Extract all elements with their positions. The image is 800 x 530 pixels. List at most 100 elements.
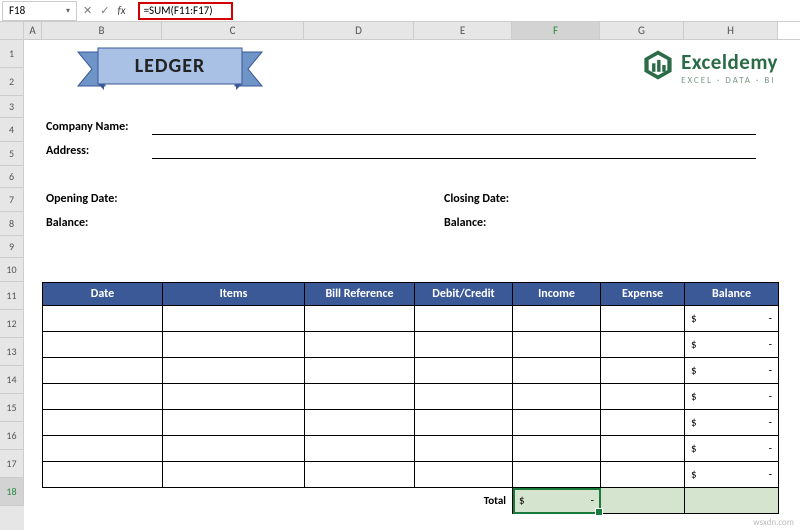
th-expense[interactable]: Expense	[601, 283, 685, 306]
col-header-G[interactable]: G	[600, 22, 684, 39]
table-cell[interactable]	[43, 306, 163, 332]
row-header-5[interactable]: 5	[0, 142, 24, 166]
table-cell[interactable]	[163, 410, 305, 436]
table-cell[interactable]	[43, 384, 163, 410]
table-cell[interactable]	[601, 306, 685, 332]
table-cell[interactable]	[601, 436, 685, 462]
cancel-icon[interactable]: ✕	[83, 4, 92, 17]
row-header-4[interactable]: 4	[0, 118, 24, 142]
th-items[interactable]: Items	[163, 283, 305, 306]
total-balance-cell[interactable]	[685, 488, 779, 514]
row-header-16[interactable]: 16	[0, 422, 24, 450]
table-cell[interactable]	[415, 332, 513, 358]
row-header-10[interactable]: 10	[0, 258, 24, 282]
col-header-B[interactable]: B	[42, 22, 162, 39]
table-cell[interactable]	[513, 436, 601, 462]
row-header-1[interactable]: 1	[0, 40, 24, 68]
formula-input[interactable]: =SUM(F11:F17)	[138, 2, 233, 20]
table-cell[interactable]	[163, 332, 305, 358]
row-header-13[interactable]: 13	[0, 338, 24, 366]
name-box[interactable]: F18 ▾	[2, 1, 77, 21]
row-header-9[interactable]: 9	[0, 236, 24, 258]
fx-icon[interactable]: fx	[117, 4, 125, 17]
col-header-F[interactable]: F	[512, 22, 600, 39]
table-cell[interactable]	[305, 358, 415, 384]
col-header-C[interactable]: C	[162, 22, 304, 39]
table-cell[interactable]	[513, 332, 601, 358]
table-cell[interactable]	[43, 410, 163, 436]
table-row: $-	[43, 436, 779, 462]
table-cell[interactable]: $-	[685, 332, 779, 358]
table-cell[interactable]	[415, 384, 513, 410]
table-cell[interactable]: $-	[685, 384, 779, 410]
company-name-input[interactable]	[152, 134, 756, 135]
row-header-18[interactable]: 18	[0, 478, 24, 506]
row-header-17[interactable]: 17	[0, 450, 24, 478]
table-cell[interactable]	[163, 306, 305, 332]
row-header-8[interactable]: 8	[0, 212, 24, 236]
table-cell[interactable]	[305, 436, 415, 462]
table-cell[interactable]: $-	[685, 410, 779, 436]
table-cell[interactable]	[415, 358, 513, 384]
table-cell[interactable]	[43, 358, 163, 384]
row-header-15[interactable]: 15	[0, 394, 24, 422]
total-expense-cell[interactable]	[601, 488, 685, 514]
enter-icon[interactable]: ✓	[100, 4, 109, 17]
col-header-H[interactable]: H	[684, 22, 778, 39]
col-header-D[interactable]: D	[304, 22, 414, 39]
th-balance[interactable]: Balance	[685, 283, 779, 306]
formula-text: =SUM(F11:F17)	[144, 4, 213, 17]
table-cell[interactable]	[43, 462, 163, 488]
table-cell[interactable]: $-	[685, 358, 779, 384]
opening-date-label: Opening Date:	[46, 192, 118, 206]
table-cell[interactable]: $-	[685, 436, 779, 462]
table-cell[interactable]	[513, 384, 601, 410]
table-cell[interactable]	[43, 436, 163, 462]
table-cell[interactable]	[513, 410, 601, 436]
chevron-down-icon[interactable]: ▾	[66, 6, 70, 16]
table-row: $-	[43, 384, 779, 410]
total-income-cell[interactable]: $-	[513, 488, 601, 514]
table-cell[interactable]	[415, 410, 513, 436]
table-cell[interactable]	[601, 462, 685, 488]
table-cell[interactable]	[601, 410, 685, 436]
table-cell[interactable]: $-	[685, 306, 779, 332]
col-header-A[interactable]: A	[24, 22, 42, 39]
row-header-14[interactable]: 14	[0, 366, 24, 394]
table-cell[interactable]	[163, 436, 305, 462]
table-cell[interactable]	[163, 462, 305, 488]
table-cell[interactable]	[305, 462, 415, 488]
table-cell[interactable]	[513, 306, 601, 332]
table-cell[interactable]	[163, 384, 305, 410]
table-cell[interactable]	[601, 332, 685, 358]
table-cell[interactable]	[601, 358, 685, 384]
table-cell[interactable]	[163, 358, 305, 384]
select-all-corner[interactable]	[0, 22, 24, 39]
row-header-3[interactable]: 3	[0, 96, 24, 118]
th-income[interactable]: Income	[513, 283, 601, 306]
table-cell[interactable]	[415, 462, 513, 488]
th-bill-ref[interactable]: Bill Reference	[305, 283, 415, 306]
table-cell[interactable]	[305, 306, 415, 332]
worksheet[interactable]: LEDGER Exceldemy EXCEL · DATA · BI Compa…	[24, 40, 800, 530]
col-header-E[interactable]: E	[414, 22, 512, 39]
table-cell[interactable]	[601, 384, 685, 410]
row-header-2[interactable]: 2	[0, 68, 24, 96]
table-cell[interactable]	[43, 332, 163, 358]
table-cell[interactable]	[305, 410, 415, 436]
row-header-12[interactable]: 12	[0, 310, 24, 338]
table-cell[interactable]	[415, 436, 513, 462]
formula-bar: F18 ▾ ✕ ✓ fx =SUM(F11:F17)	[0, 0, 800, 22]
table-cell[interactable]	[513, 358, 601, 384]
table-cell[interactable]	[513, 462, 601, 488]
table-cell[interactable]	[305, 384, 415, 410]
table-cell[interactable]	[305, 332, 415, 358]
table-cell[interactable]: $-	[685, 462, 779, 488]
th-debit-credit[interactable]: Debit/Credit	[415, 283, 513, 306]
th-date[interactable]: Date	[43, 283, 163, 306]
table-cell[interactable]	[415, 306, 513, 332]
row-header-6[interactable]: 6	[0, 166, 24, 188]
row-header-11[interactable]: 11	[0, 282, 24, 310]
address-input[interactable]	[152, 158, 756, 159]
row-header-7[interactable]: 7	[0, 188, 24, 212]
